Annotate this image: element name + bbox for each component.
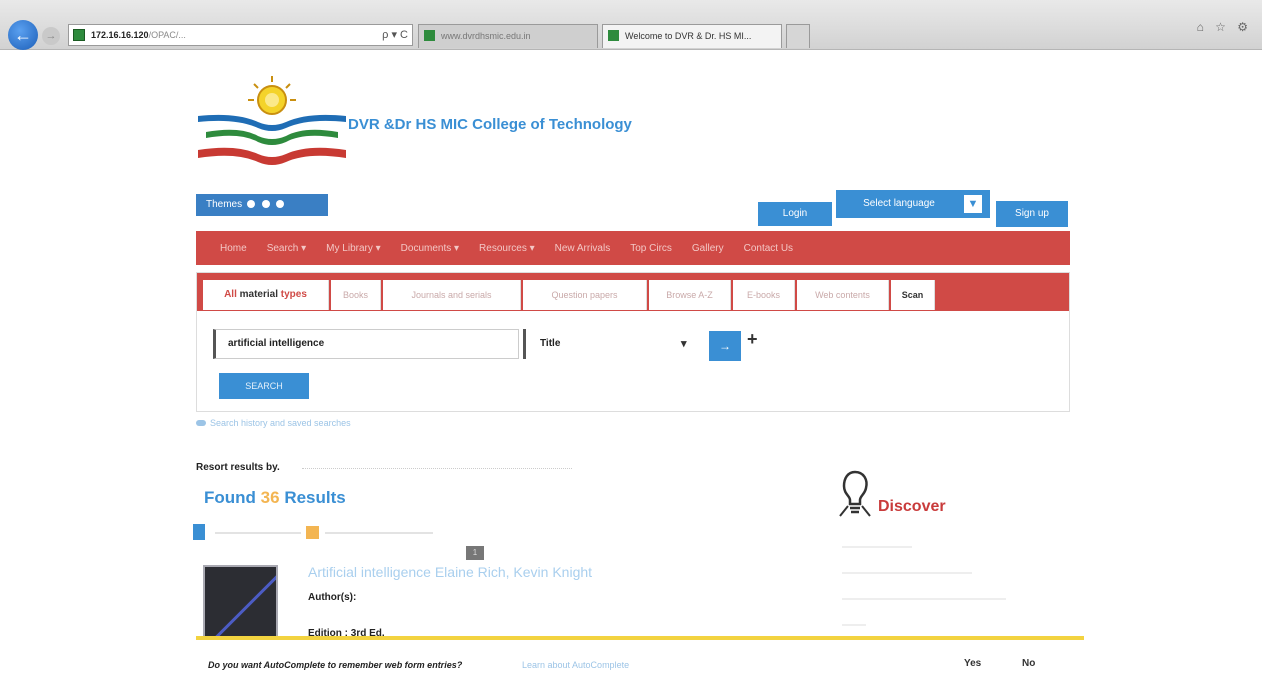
tab-favicon	[424, 30, 435, 41]
back-arrow-icon[interactable]: ←	[8, 20, 38, 50]
nav-item-home[interactable]: Home	[210, 243, 257, 254]
nav-item-gallery[interactable]: Gallery	[682, 243, 734, 254]
chevron-down-icon[interactable]: ▾	[681, 337, 687, 350]
language-label: Select language	[863, 198, 935, 209]
tab-question-papers[interactable]: Question papers	[523, 280, 647, 310]
nav-item-my-library[interactable]: My Library ▾	[316, 243, 390, 254]
nav-item-search[interactable]: Search ▾	[257, 243, 316, 254]
search-history-link[interactable]: Search history and saved searches	[196, 418, 351, 428]
result-author: Author(s):	[308, 592, 357, 603]
plus-icon[interactable]: +	[747, 329, 758, 350]
page-icon	[73, 29, 85, 41]
browser-tools-icons[interactable]: ⌂ ☆ ⚙	[1197, 20, 1252, 34]
nav-item-new-arrivals[interactable]: New Arrivals	[545, 243, 621, 254]
yes-button[interactable]: Yes	[964, 658, 981, 669]
found-prefix: Found	[204, 488, 256, 507]
found-suffix: Results	[284, 488, 346, 507]
address-host: 172.16.16.120	[91, 30, 149, 40]
autocomplete-question: Do you want AutoComplete to remember web…	[208, 660, 463, 670]
material-type-tabs: All material types Books Journals and se…	[197, 273, 1069, 311]
signup-button[interactable]: Sign up	[996, 201, 1068, 227]
nav-item-resources[interactable]: Resources ▾	[469, 243, 545, 254]
tab-title: www.dvrdhsmic.edu.in	[441, 31, 531, 41]
toolbar-link[interactable]	[325, 532, 433, 534]
learn-autocomplete-link[interactable]: Learn about AutoComplete	[522, 660, 629, 670]
result-title-link[interactable]: Artificial intelligence Elaine Rich, Kev…	[308, 564, 592, 580]
theme-dot-icon[interactable]	[261, 200, 270, 209]
tab-label: types	[280, 289, 307, 300]
new-tab-button[interactable]	[786, 24, 810, 48]
search-field-select[interactable]: Title	[523, 329, 703, 359]
resort-controls[interactable]	[302, 466, 572, 469]
results-count: Found 36 Results	[204, 488, 346, 508]
found-count: 36	[260, 488, 280, 507]
college-name: DVR &Dr HS MIC College of Technology	[348, 116, 632, 133]
chevron-down-icon[interactable]: ▼	[964, 195, 982, 213]
tab-e-books[interactable]: E-books	[733, 280, 795, 310]
tab-scan[interactable]: Scan	[891, 280, 935, 310]
discover-title: Discover	[878, 498, 946, 515]
theme-label: Themes	[206, 199, 243, 210]
toolbar-link[interactable]	[215, 532, 301, 534]
tab-all-material-types[interactable]: All material types	[203, 280, 329, 310]
tab-label: All	[224, 289, 237, 300]
search-input[interactable]: artificial intelligence	[213, 329, 519, 359]
browser-tab-opac[interactable]: Welcome to DVR & Dr. HS MI...	[602, 24, 782, 48]
theme-switcher[interactable]: Themes	[196, 194, 328, 216]
discover-facet[interactable]	[842, 598, 1006, 600]
login-button[interactable]: Login	[758, 202, 832, 226]
main-nav: Home Search ▾ My Library ▾ Documents ▾ R…	[196, 231, 1070, 265]
address-path: /OPAC/...	[148, 30, 186, 40]
tab-browse-a-z[interactable]: Browse A-Z	[649, 280, 731, 310]
college-logo	[198, 76, 346, 165]
tab-web-contents[interactable]: Web contents	[797, 280, 889, 310]
resort-label: Resort results by.	[196, 462, 280, 473]
discover-icon	[839, 470, 871, 517]
tab-journals[interactable]: Journals and serials	[383, 280, 521, 310]
pager-button[interactable]: 1	[466, 546, 484, 560]
tab-favicon	[608, 30, 619, 41]
tab-books[interactable]: Books	[331, 280, 381, 310]
discover-facet[interactable]	[842, 572, 972, 574]
language-select[interactable]: Select language ▼	[836, 190, 990, 218]
save-icon[interactable]	[193, 524, 205, 540]
nav-item-contact[interactable]: Contact Us	[734, 243, 803, 254]
nav-item-top-circs[interactable]: Top Circs	[620, 243, 682, 254]
refresh-icon[interactable]: ρ ▾ C	[382, 25, 408, 45]
add-field-button[interactable]: →	[709, 331, 741, 361]
theme-dot-icon[interactable]	[246, 200, 255, 209]
browser-tab-college-site[interactable]: www.dvrdhsmic.edu.in	[418, 24, 598, 48]
no-button[interactable]: No	[1022, 658, 1035, 669]
tab-title: Welcome to DVR & Dr. HS MI...	[625, 31, 752, 41]
address-bar[interactable]: 172.16.16.120/OPAC/... ρ ▾ C	[68, 24, 413, 46]
autocomplete-notification-bar: Do you want AutoComplete to remember web…	[196, 636, 1084, 678]
tab-label: material	[239, 289, 278, 300]
theme-dot-icon[interactable]	[276, 200, 285, 209]
search-panel: All material types Books Journals and se…	[196, 272, 1070, 412]
search-button[interactable]: SEARCH	[219, 373, 309, 399]
discover-facet[interactable]	[842, 624, 866, 626]
nav-item-documents[interactable]: Documents ▾	[391, 243, 469, 254]
forward-arrow-icon[interactable]: →	[42, 27, 60, 45]
browser-toolbar: ← → 172.16.16.120/OPAC/... ρ ▾ C www.dvr…	[0, 0, 1262, 50]
discover-facet[interactable]	[842, 546, 912, 548]
favorite-icon[interactable]	[306, 526, 319, 539]
book-cover-thumbnail[interactable]	[203, 565, 278, 645]
